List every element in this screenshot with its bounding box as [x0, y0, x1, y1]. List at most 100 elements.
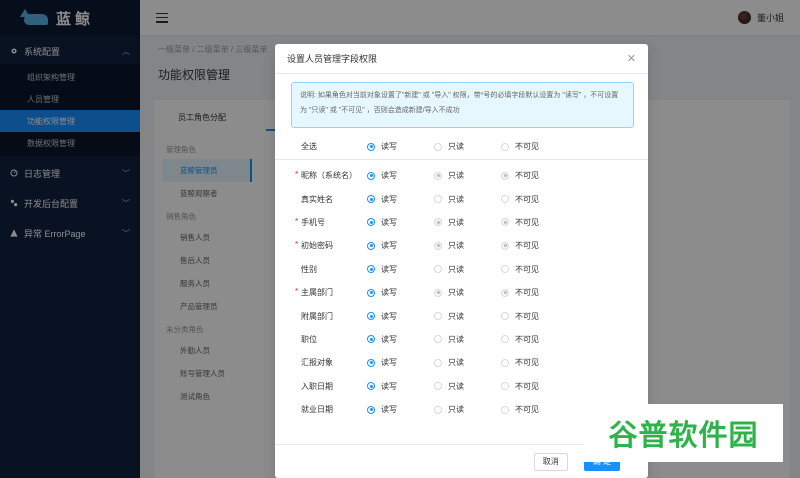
- cancel-button[interactable]: 取消: [533, 452, 568, 471]
- radio-read-only[interactable]: 只读: [434, 194, 501, 205]
- field-label: 真实姓名: [301, 194, 333, 204]
- field-row: 汇报对象 读写 只读 不可见: [275, 351, 648, 374]
- radio-invisible[interactable]: 不可见: [501, 141, 568, 152]
- field-label: 主属部门: [301, 288, 333, 298]
- radio-dot[interactable]: [501, 312, 509, 321]
- radio-read-write[interactable]: 读写: [367, 141, 434, 152]
- radio-dot[interactable]: [434, 335, 442, 344]
- radio-invisible[interactable]: 不可见: [501, 194, 568, 205]
- radio-label: 读写: [381, 405, 397, 415]
- radio-dot[interactable]: [501, 335, 509, 344]
- radio-dot: [501, 241, 509, 250]
- field-name: 入职日期: [275, 381, 367, 392]
- field-row: 职位 读写 只读 不可见: [275, 328, 648, 351]
- radio-read-only[interactable]: 只读: [434, 357, 501, 368]
- radio-read-only[interactable]: 只读: [434, 311, 501, 322]
- radio-dot[interactable]: [367, 335, 375, 344]
- radio-dot[interactable]: [367, 195, 375, 204]
- close-icon[interactable]: ✕: [627, 52, 636, 65]
- radio-dot[interactable]: [367, 382, 375, 391]
- radio-label: 只读: [448, 142, 464, 151]
- radio-read-only[interactable]: 只读: [434, 264, 501, 275]
- radio-label: 不可见: [515, 264, 539, 274]
- radio-dot[interactable]: [367, 218, 375, 227]
- radio-label: 不可见: [515, 311, 539, 321]
- radio-dot[interactable]: [434, 382, 442, 391]
- modal-title: 设置人员管理字段权限: [287, 54, 378, 64]
- radio-label: 只读: [448, 381, 464, 391]
- radio-label: 只读: [448, 288, 464, 298]
- radio-read-only[interactable]: 只读: [434, 334, 501, 345]
- radio-read-only: 只读: [434, 217, 501, 228]
- radio-dot[interactable]: [434, 142, 442, 151]
- field-name: 职位: [275, 334, 367, 345]
- radio-dot[interactable]: [367, 405, 375, 414]
- radio-dot[interactable]: [367, 312, 375, 321]
- radio-invisible[interactable]: 不可见: [501, 311, 568, 322]
- radio-read-write[interactable]: 读写: [367, 381, 434, 392]
- radio-read-write[interactable]: 读写: [367, 217, 434, 228]
- radio-label: 读写: [381, 334, 397, 344]
- radio-dot: [434, 218, 442, 227]
- required-mark: *: [295, 170, 299, 180]
- radio-label: 只读: [448, 171, 464, 181]
- radio-invisible: 不可见: [501, 170, 568, 181]
- radio-invisible: 不可见: [501, 287, 568, 298]
- radio-invisible[interactable]: 不可见: [501, 264, 568, 275]
- radio-dot[interactable]: [367, 241, 375, 250]
- radio-read-write[interactable]: 读写: [367, 357, 434, 368]
- radio-dot[interactable]: [434, 358, 442, 367]
- radio-label: 不可见: [515, 171, 539, 181]
- radio-label: 只读: [448, 334, 464, 344]
- field-label: 就业日期: [301, 405, 333, 415]
- radio-label: 读写: [381, 171, 397, 181]
- radio-read-write[interactable]: 读写: [367, 334, 434, 345]
- field-row: * 昵称（系统名） 读写 只读 不可见: [275, 164, 648, 187]
- field-name: 性别: [275, 264, 367, 275]
- radio-dot[interactable]: [367, 358, 375, 367]
- radio-dot[interactable]: [501, 195, 509, 204]
- radio-invisible[interactable]: 不可见: [501, 404, 568, 415]
- radio-read-only[interactable]: 只读: [434, 404, 501, 415]
- radio-read-write[interactable]: 读写: [367, 264, 434, 275]
- radio-label: 不可见: [515, 194, 539, 204]
- select-all-row: 全选 读写 只读 不可见: [275, 134, 648, 160]
- radio-read-only[interactable]: 只读: [434, 381, 501, 392]
- radio-invisible[interactable]: 不可见: [501, 334, 568, 345]
- notice-line: 说明: 如果角色对当前对象设置了"新建" 或 "导入" 权限，带*号的必填字段默…: [300, 92, 619, 99]
- radio-label: 只读: [448, 241, 464, 251]
- radio-read-write[interactable]: 读写: [367, 194, 434, 205]
- radio-dot[interactable]: [501, 265, 509, 274]
- radio-label: 只读: [448, 264, 464, 274]
- radio-label: 不可见: [515, 142, 539, 151]
- radio-invisible: 不可见: [501, 217, 568, 228]
- radio-read-write[interactable]: 读写: [367, 311, 434, 322]
- radio-dot[interactable]: [434, 195, 442, 204]
- radio-dot[interactable]: [501, 142, 509, 151]
- radio-read-only[interactable]: 只读: [434, 141, 501, 152]
- radio-read-write[interactable]: 读写: [367, 240, 434, 251]
- radio-dot[interactable]: [367, 288, 375, 297]
- radio-invisible[interactable]: 不可见: [501, 357, 568, 368]
- radio-read-write[interactable]: 读写: [367, 287, 434, 298]
- radio-label: 不可见: [515, 241, 539, 251]
- radio-read-only: 只读: [434, 240, 501, 251]
- radio-dot[interactable]: [367, 265, 375, 274]
- radio-dot[interactable]: [501, 382, 509, 391]
- radio-dot[interactable]: [501, 358, 509, 367]
- radio-dot[interactable]: [501, 405, 509, 414]
- notice-alert: 说明: 如果角色对当前对象设置了"新建" 或 "导入" 权限，带*号的必填字段默…: [291, 82, 634, 128]
- radio-label: 读写: [381, 217, 397, 227]
- radio-read-write[interactable]: 读写: [367, 404, 434, 415]
- field-name: * 主属部门: [275, 287, 367, 298]
- radio-dot[interactable]: [434, 405, 442, 414]
- radio-read-write[interactable]: 读写: [367, 170, 434, 181]
- radio-dot[interactable]: [434, 312, 442, 321]
- field-label: 手机号: [301, 217, 325, 227]
- radio-label: 读写: [381, 194, 397, 204]
- radio-dot[interactable]: [367, 142, 375, 151]
- radio-invisible[interactable]: 不可见: [501, 381, 568, 392]
- radio-dot[interactable]: [367, 171, 375, 180]
- field-name: 附属部门: [275, 311, 367, 322]
- radio-dot[interactable]: [434, 265, 442, 274]
